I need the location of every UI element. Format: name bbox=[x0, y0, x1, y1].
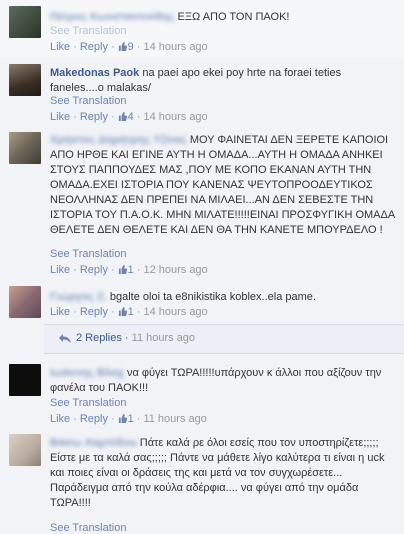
like-count[interactable]: 1 bbox=[128, 306, 134, 318]
comment-4: Γιώργος Ζ. bgalte oloi ta e8nikistika ko… bbox=[0, 282, 404, 357]
reply-link[interactable]: Reply bbox=[80, 111, 108, 123]
comment-author[interactable]: Χρήστος Δημήτρης Τζίνας bbox=[50, 134, 187, 146]
reply-link[interactable]: Reply bbox=[80, 306, 108, 318]
comment-text: Ιωάννης Βλαχ να φύγει ΤΩΡΑ!!!!!υπάρχουν … bbox=[50, 366, 396, 396]
comment-author[interactable]: Βάσω Χαμπίδου bbox=[50, 437, 137, 449]
comment-text: Γιώργος Ζ. bgalte oloi ta e8nikistika ko… bbox=[50, 290, 396, 305]
replies-toggle[interactable]: 2 Replies · 11 hours ago bbox=[44, 324, 404, 354]
comment-meta: Like · Reply · 1 · 12 hours ago bbox=[50, 264, 208, 276]
like-link[interactable]: Like bbox=[50, 413, 70, 425]
timestamp[interactable]: 14 hours ago bbox=[143, 306, 207, 318]
thumbs-up-icon bbox=[118, 307, 127, 316]
like-link[interactable]: Like bbox=[50, 306, 70, 318]
replies-count[interactable]: 2 Replies bbox=[76, 332, 122, 344]
like-link[interactable]: Like bbox=[50, 41, 70, 53]
avatar[interactable] bbox=[9, 6, 41, 38]
comment-3: Χρήστος Δημήτρης Τζίνας ΜΟΥ ΦΑΙΝΕΤΑΙ ΔΕΝ… bbox=[0, 126, 404, 283]
comment-meta: Like · Reply · 4 · 14 hours ago bbox=[50, 111, 208, 123]
thumbs-up-icon bbox=[118, 265, 127, 274]
see-translation-link[interactable]: See Translation bbox=[50, 522, 126, 534]
avatar[interactable] bbox=[9, 364, 41, 396]
see-translation-link[interactable]: See Translation bbox=[50, 95, 126, 107]
comment-text: Βάσω Χαμπίδου Πάτε καλά ρε όλοι εσείς πο… bbox=[50, 436, 396, 511]
comment-meta: Like · Reply · 1 · 11 hours ago bbox=[50, 413, 207, 425]
comment-body: bgalte oloi ta e8nikistika koblex..ela p… bbox=[109, 291, 316, 303]
reply-link[interactable]: Reply bbox=[80, 413, 108, 425]
avatar[interactable] bbox=[9, 434, 41, 466]
comment-1: Πέτρος Κωνσταντινίδης ΕΞΩ ΑΠΟ ΤΟΝ ΠΑΟΚ! … bbox=[0, 0, 404, 59]
thumbs-up-icon bbox=[118, 414, 127, 423]
comment-author[interactable]: Ιωάννης Βλαχ bbox=[50, 367, 124, 379]
comment-2: Makedonas Paok na paei apo ekei poy hrte… bbox=[0, 58, 404, 127]
timestamp[interactable]: 14 hours ago bbox=[143, 111, 207, 123]
thumbs-up-icon bbox=[118, 112, 127, 121]
like-link[interactable]: Like bbox=[50, 264, 70, 276]
avatar[interactable] bbox=[9, 286, 41, 318]
replies-label[interactable]: 2 Replies · 11 hours ago bbox=[76, 332, 195, 344]
comment-5: Ιωάννης Βλαχ να φύγει ΤΩΡΑ!!!!!υπάρχουν … bbox=[0, 356, 404, 431]
like-count[interactable]: 9 bbox=[128, 41, 134, 53]
see-translation-link[interactable]: See Translation bbox=[50, 25, 126, 37]
see-translation-link[interactable]: See Translation bbox=[50, 397, 126, 409]
comment-author[interactable]: Πέτρος Κωνσταντινίδης bbox=[50, 11, 174, 23]
comment-author[interactable]: Γιώργος Ζ. bbox=[50, 291, 107, 303]
reply-link[interactable]: Reply bbox=[80, 41, 108, 53]
comment-6: Βάσω Χαμπίδου Πάτε καλά ρε όλοι εσείς πο… bbox=[0, 430, 404, 534]
thumbs-up-icon bbox=[118, 42, 127, 51]
comment-text: Makedonas Paok na paei apo ekei poy hrte… bbox=[50, 66, 396, 96]
comment-meta: Like · Reply · 1 · 14 hours ago bbox=[50, 306, 208, 318]
comment-text: Πέτρος Κωνσταντινίδης ΕΞΩ ΑΠΟ ΤΟΝ ΠΑΟΚ! bbox=[50, 10, 396, 25]
like-link[interactable]: Like bbox=[50, 111, 70, 123]
timestamp[interactable]: 14 hours ago bbox=[143, 41, 207, 53]
reply-link[interactable]: Reply bbox=[80, 264, 108, 276]
comment-body: ΕΞΩ ΑΠΟ ΤΟΝ ΠΑΟΚ! bbox=[177, 11, 290, 23]
timestamp[interactable]: 11 hours ago bbox=[143, 413, 206, 425]
like-count[interactable]: 1 bbox=[128, 413, 134, 425]
avatar[interactable] bbox=[9, 132, 41, 164]
replies-timestamp: 11 hours ago bbox=[131, 332, 196, 344]
like-count[interactable]: 4 bbox=[128, 111, 134, 123]
see-translation-link[interactable]: See Translation bbox=[50, 248, 126, 260]
comment-body: ΜΟΥ ΦΑΙΝΕΤΑΙ ΔΕΝ ΞΕΡΕΤΕ ΚΑΠΟΙΟΙ ΑΠΟ ΗΡΘΕ… bbox=[50, 134, 395, 236]
comment-author[interactable]: Makedonas Paok bbox=[50, 67, 139, 79]
avatar[interactable] bbox=[9, 64, 41, 96]
comment-text: Χρήστος Δημήτρης Τζίνας ΜΟΥ ΦΑΙΝΕΤΑΙ ΔΕΝ… bbox=[50, 133, 396, 238]
like-count[interactable]: 1 bbox=[128, 264, 134, 276]
timestamp[interactable]: 12 hours ago bbox=[143, 264, 207, 276]
reply-arrow-icon bbox=[59, 334, 71, 343]
comment-meta: Like · Reply · 9 · 14 hours ago bbox=[50, 41, 208, 53]
